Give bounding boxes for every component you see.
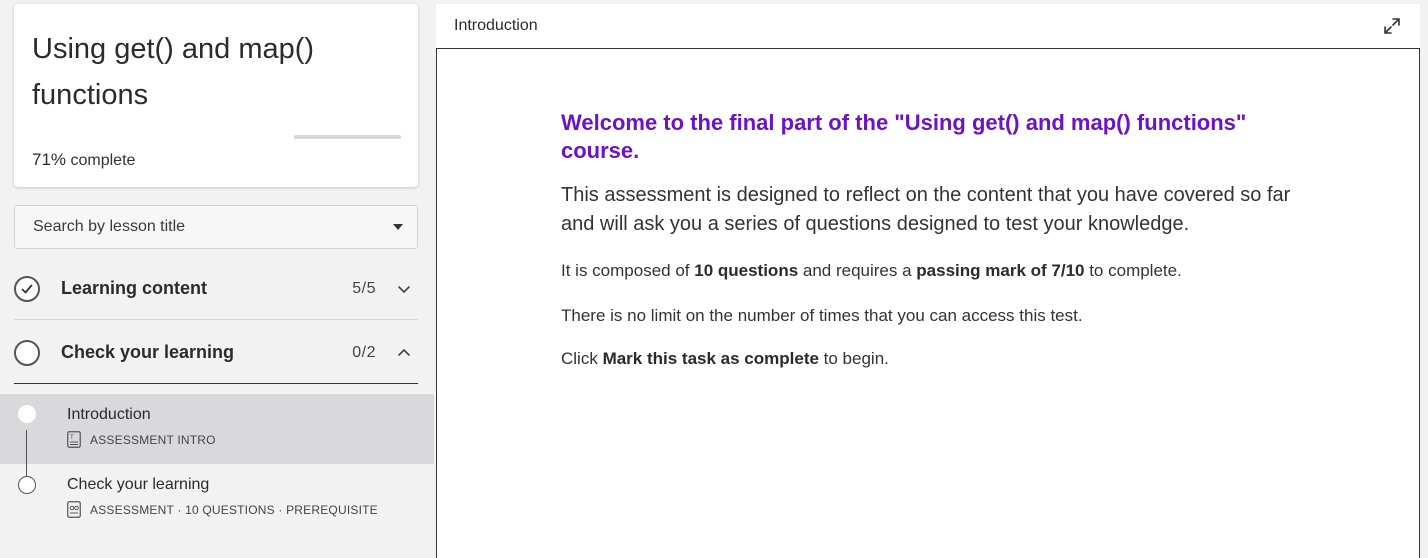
- lesson-title: Introduction: [67, 406, 151, 423]
- lesson-content: Welcome to the final part of the "Using …: [436, 48, 1420, 558]
- passing-mark: passing mark of 7/10: [916, 261, 1085, 280]
- expand-icon[interactable]: [1382, 16, 1402, 36]
- lesson-title: Check your learning: [67, 476, 210, 493]
- section-label: Check your learning: [61, 342, 235, 362]
- section-label: Learning content: [61, 278, 208, 298]
- section-count: 0/2: [352, 343, 376, 361]
- text-segment: It is composed of: [561, 261, 695, 280]
- text-segment: Click: [561, 349, 603, 368]
- lesson-body: Welcome to the final part of the "Using …: [561, 109, 1301, 371]
- section-learning-content[interactable]: Learning content 5/5: [14, 258, 418, 320]
- requirements-paragraph: It is composed of 10 questions and requi…: [561, 259, 1301, 283]
- main-panel: Introduction Welcome to the final part o…: [436, 4, 1420, 558]
- progress-bar-fill: [294, 135, 370, 139]
- search-placeholder: Search by lesson title: [33, 218, 186, 235]
- lesson-meta: T ASSESSMENT INTRO: [67, 431, 216, 448]
- current-lesson-dot-icon: [18, 405, 36, 423]
- course-sidebar: Using get() and map() functions 71% comp…: [0, 0, 434, 558]
- caret-down-icon: [393, 224, 403, 230]
- lesson-meta: ASSESSMENT · 10 QUESTIONS · PREREQUISITE: [67, 501, 378, 518]
- progress-percent: 71%: [32, 150, 67, 169]
- course-title: Using get() and map() functions: [32, 33, 315, 111]
- section-check-your-learning[interactable]: Check your learning 0/2: [14, 322, 418, 384]
- course-card: Using get() and map() functions 71% comp…: [14, 4, 418, 187]
- lesson-type: ASSESSMENT · 10 QUESTIONS · PREREQUISITE: [90, 502, 378, 517]
- svg-text:T: T: [69, 434, 74, 441]
- mark-complete-reference: Mark this task as complete: [602, 349, 819, 368]
- section-count: 5/5: [352, 279, 376, 297]
- lesson-item-introduction[interactable]: Introduction T ASSESSMENT INTRO: [0, 394, 434, 464]
- progress-label: complete: [70, 152, 136, 169]
- lesson-search-dropdown[interactable]: Search by lesson title: [14, 205, 418, 249]
- progress-text: 71% complete: [32, 150, 135, 170]
- check-circle-icon: [14, 275, 40, 302]
- question-count: 10 questions: [694, 261, 799, 280]
- instruction-paragraph: Click Mark this task as complete to begi…: [561, 347, 1301, 371]
- quiz-document-icon: [67, 501, 81, 518]
- text-segment: and requires a: [798, 261, 917, 280]
- chevron-down-icon[interactable]: [396, 281, 412, 297]
- welcome-heading: Welcome to the final part of the "Using …: [561, 110, 1247, 163]
- text-segment: to complete.: [1084, 261, 1182, 280]
- lead-paragraph: This assessment is designed to reflect o…: [561, 184, 1291, 235]
- panel-header: Introduction: [436, 4, 1420, 48]
- chevron-up-icon[interactable]: [396, 345, 412, 361]
- attempts-paragraph: There is no limit on the number of times…: [561, 306, 1083, 325]
- lesson-item-check-your-learning[interactable]: Check your learning ASSESSMENT · 10 QUES…: [0, 464, 434, 534]
- lesson-type: ASSESSMENT INTRO: [90, 432, 216, 447]
- panel-title: Introduction: [454, 17, 538, 34]
- text-document-icon: T: [67, 431, 81, 448]
- progress-bar: [294, 135, 401, 139]
- text-segment: to begin.: [818, 349, 889, 368]
- empty-circle-icon: [14, 339, 40, 366]
- empty-circle-icon: [18, 476, 36, 494]
